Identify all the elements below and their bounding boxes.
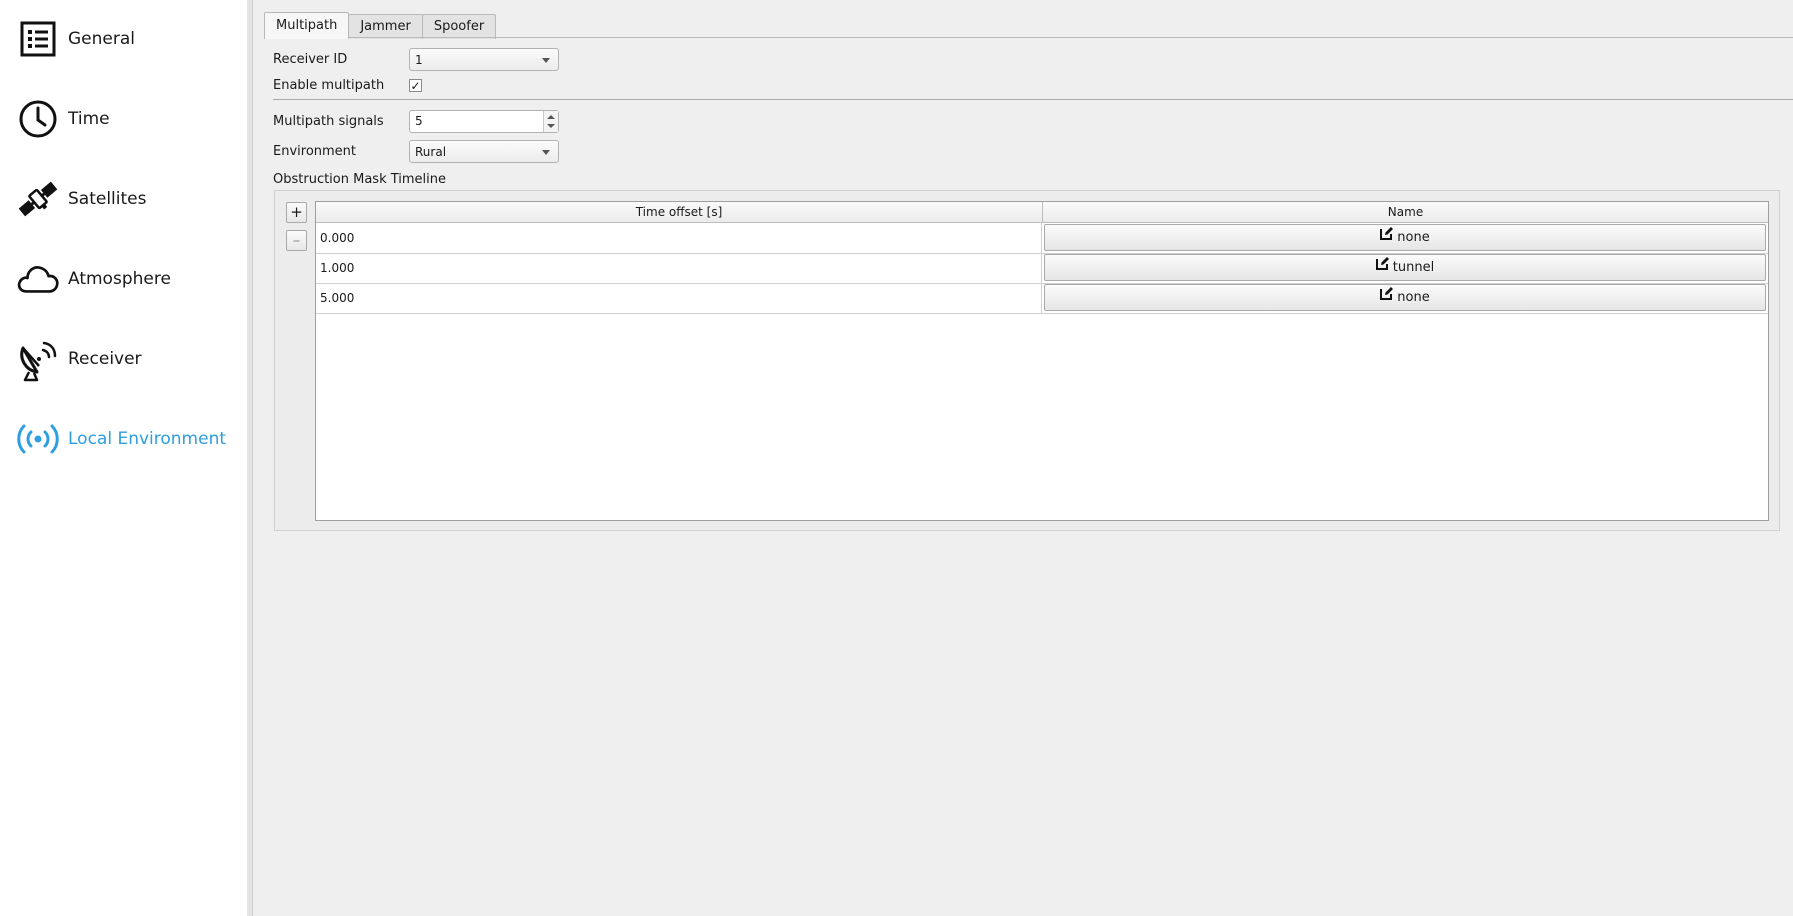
time-offset-cell[interactable]: 1.000 <box>316 253 1042 283</box>
spin-buttons <box>543 111 558 132</box>
name-value: none <box>1397 230 1430 245</box>
edit-icon <box>1380 224 1394 249</box>
app-window: General Time Satellites Atmosphere Recei… <box>0 0 1793 916</box>
receiver-id-combo[interactable]: 1 <box>409 48 559 71</box>
sidebar-item-time[interactable]: Time <box>0 89 247 149</box>
sidebar-item-label: Satellites <box>68 189 147 209</box>
environment-combo[interactable]: Rural <box>409 140 559 163</box>
spin-up-icon[interactable] <box>547 115 555 119</box>
table-row[interactable]: 1.000 tunnel <box>316 253 1768 284</box>
sidebar-item-general[interactable]: General <box>0 9 247 69</box>
name-value: none <box>1397 290 1430 305</box>
sidebar-item-satellites[interactable]: Satellites <box>0 169 247 229</box>
chevron-down-icon <box>542 58 550 63</box>
sidebar: General Time Satellites Atmosphere Recei… <box>0 0 248 916</box>
multipath-signals-spinbox[interactable]: 5 <box>409 110 559 133</box>
sidebar-item-local-environment[interactable]: Local Environment <box>0 409 247 469</box>
obstruction-group-title: Obstruction Mask Timeline <box>273 172 447 187</box>
sidebar-item-label: Time <box>68 109 110 129</box>
edit-name-button[interactable]: none <box>1044 224 1766 251</box>
time-offset-cell[interactable]: 0.000 <box>316 223 1042 253</box>
receiver-id-value: 1 <box>415 53 423 67</box>
table-row[interactable]: 0.000 none <box>316 223 1768 254</box>
sidebar-item-label: General <box>68 29 135 49</box>
separator <box>273 99 1793 100</box>
column-header-time-offset[interactable]: Time offset [s] <box>316 202 1043 222</box>
tab-multipath[interactable]: Multipath <box>264 12 350 39</box>
sidebar-item-label: Atmosphere <box>68 269 171 289</box>
enable-multipath-checkbox[interactable]: ✓ <box>409 79 422 93</box>
satellite-dish-icon <box>16 337 60 382</box>
environment-label: Environment <box>273 144 357 159</box>
sidebar-item-label: Local Environment <box>68 429 227 449</box>
table-header: Time offset [s] Name <box>316 202 1768 223</box>
name-value: tunnel <box>1392 260 1435 275</box>
multipath-signals-label: Multipath signals <box>273 114 384 129</box>
edit-name-button[interactable]: tunnel <box>1044 254 1766 281</box>
remove-row-button[interactable]: – <box>286 230 307 251</box>
broadcast-icon <box>16 417 60 461</box>
time-offset-cell[interactable]: 5.000 <box>316 283 1042 313</box>
sidebar-item-atmosphere[interactable]: Atmosphere <box>0 249 247 309</box>
table-row[interactable]: 5.000 none <box>316 283 1768 314</box>
chevron-down-icon <box>542 150 550 155</box>
edit-icon <box>1375 254 1390 279</box>
column-header-name[interactable]: Name <box>1043 202 1768 222</box>
cloud-icon <box>16 257 60 301</box>
add-row-button[interactable]: + <box>286 202 307 223</box>
list-icon <box>16 17 60 61</box>
obstruction-table: Time offset [s] Name 0.000 none 1.000 tu… <box>315 201 1769 521</box>
spin-down-icon[interactable] <box>547 124 555 128</box>
enable-multipath-label: Enable multipath <box>273 78 385 93</box>
tab-bar: Multipath Jammer Spoofer <box>264 12 497 39</box>
tab-spoofer[interactable]: Spoofer <box>421 14 497 39</box>
receiver-id-label: Receiver ID <box>273 52 348 67</box>
sidebar-item-receiver[interactable]: Receiver <box>0 329 247 389</box>
clock-icon <box>16 97 60 141</box>
sidebar-item-label: Receiver <box>68 349 142 369</box>
edit-name-button[interactable]: none <box>1044 284 1766 311</box>
tab-jammer[interactable]: Jammer <box>348 14 423 39</box>
environment-value: Rural <box>415 145 447 159</box>
edit-icon <box>1380 284 1394 309</box>
multipath-signals-value: 5 <box>415 114 423 128</box>
satellite-icon <box>16 177 60 221</box>
tab-bar-divider <box>264 37 1793 38</box>
